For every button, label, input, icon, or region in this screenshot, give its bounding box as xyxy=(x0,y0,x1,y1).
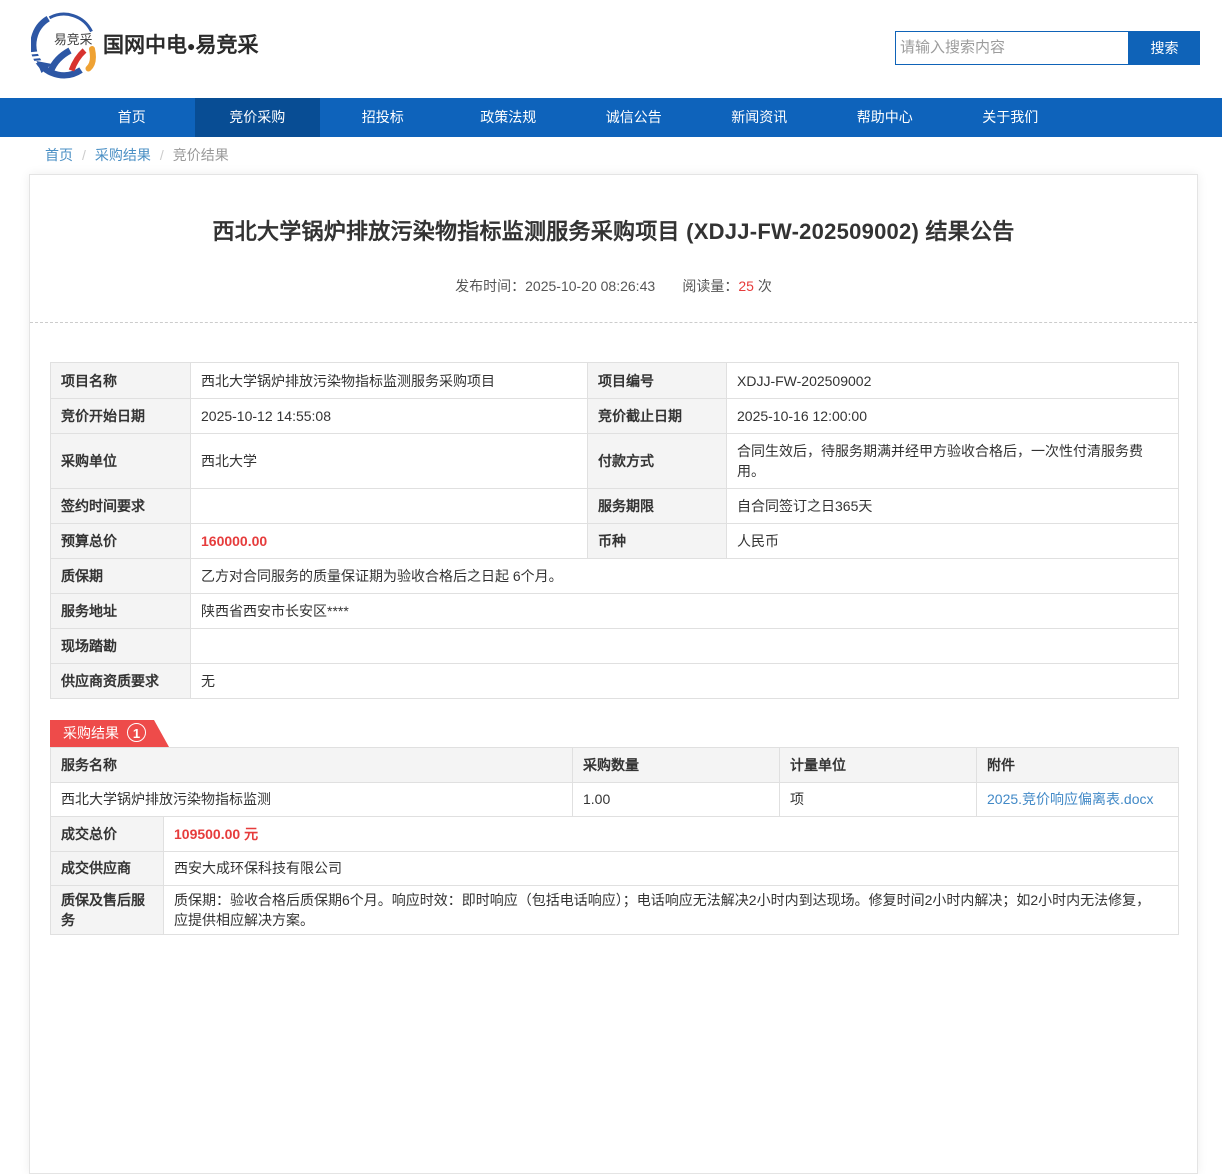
svg-text:易竞采: 易竞采 xyxy=(54,32,93,47)
